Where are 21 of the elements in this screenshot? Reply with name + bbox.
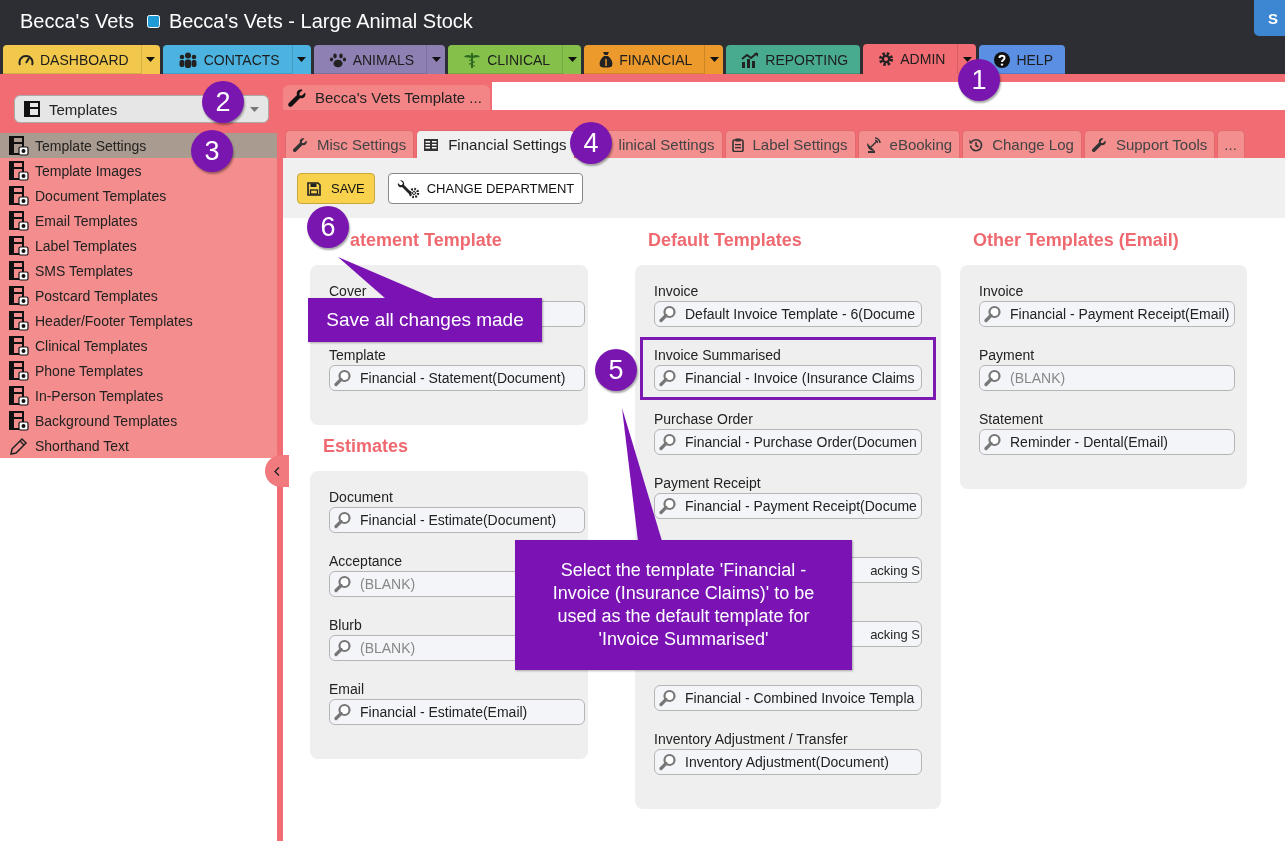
field-label: Purchase Order — [654, 410, 754, 428]
section-heading: Default Templates — [648, 229, 803, 251]
practice-name: Becca's Vets - Large Animal Stock — [168, 9, 473, 33]
app-title: Becca's Vets — [20, 9, 134, 33]
field-label: Payment Receipt — [654, 474, 762, 492]
section-heading: Other Templates (Email) — [973, 229, 1180, 251]
field-label: Acceptance — [329, 552, 404, 570]
field-label: Invoice — [979, 282, 1025, 300]
field-label: Email — [329, 680, 365, 698]
field-label: Payment — [979, 346, 1036, 364]
field-label: Blurb — [329, 616, 363, 634]
callout-tooltip: Select the template 'Financial - Invoice (Insurance Claims)' to be used as the default template for 'Invoice Summarised' — [515, 540, 852, 670]
field-label: Statement — [979, 410, 1044, 428]
section-heading: atement Template — [350, 229, 503, 251]
field-label: Invoice Summarised — [654, 346, 782, 364]
field-label: Cover — [329, 282, 368, 300]
field-label: Template — [329, 346, 387, 364]
field-label: Invoice — [654, 282, 700, 300]
field-label: Inventory Adjustment / Transfer — [654, 730, 849, 748]
field-label: Document — [329, 488, 394, 506]
section-heading: Estimates — [323, 435, 410, 457]
